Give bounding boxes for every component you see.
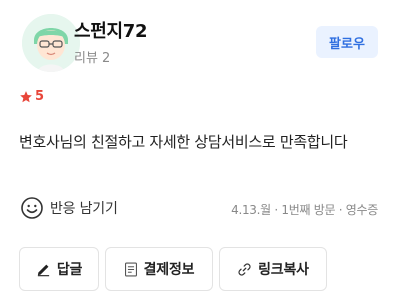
- copy-link-button[interactable]: 링크복사: [219, 247, 327, 291]
- star-icon: [20, 90, 32, 102]
- link-icon: [238, 262, 251, 276]
- follow-button[interactable]: 팔로우: [316, 26, 378, 58]
- action-bar: 답글 결제정보 링크복사: [19, 247, 327, 291]
- avatar[interactable]: [22, 14, 80, 72]
- visit-meta: 4.13.월 · 1번째 방문 · 영수증: [231, 203, 378, 217]
- reviewer-header: 스펀지72 리뷰 2 팔로우: [22, 14, 378, 78]
- payment-info-label: 결제정보: [143, 262, 195, 278]
- receipt-icon: [124, 261, 137, 277]
- avatar-illustration: [22, 14, 80, 72]
- pencil-icon: [37, 264, 49, 276]
- reaction-button[interactable]: 반응 남기기: [20, 196, 118, 220]
- payment-info-button[interactable]: 결제정보: [105, 247, 213, 291]
- rating-value: 5: [35, 89, 45, 104]
- reviewer-name[interactable]: 스펀지72: [74, 17, 148, 43]
- review-text: 변호사님의 친절하고 자세한 상담서비스로 만족합니다: [19, 133, 348, 151]
- rating: 5: [19, 89, 44, 104]
- reply-button[interactable]: 답글: [19, 247, 99, 291]
- review-count: 리뷰 2: [74, 51, 111, 66]
- reaction-label: 반응 남기기: [50, 201, 118, 217]
- copy-link-label: 링크복사: [258, 262, 309, 278]
- reply-label: 답글: [56, 262, 83, 278]
- smiley-icon: [21, 197, 43, 219]
